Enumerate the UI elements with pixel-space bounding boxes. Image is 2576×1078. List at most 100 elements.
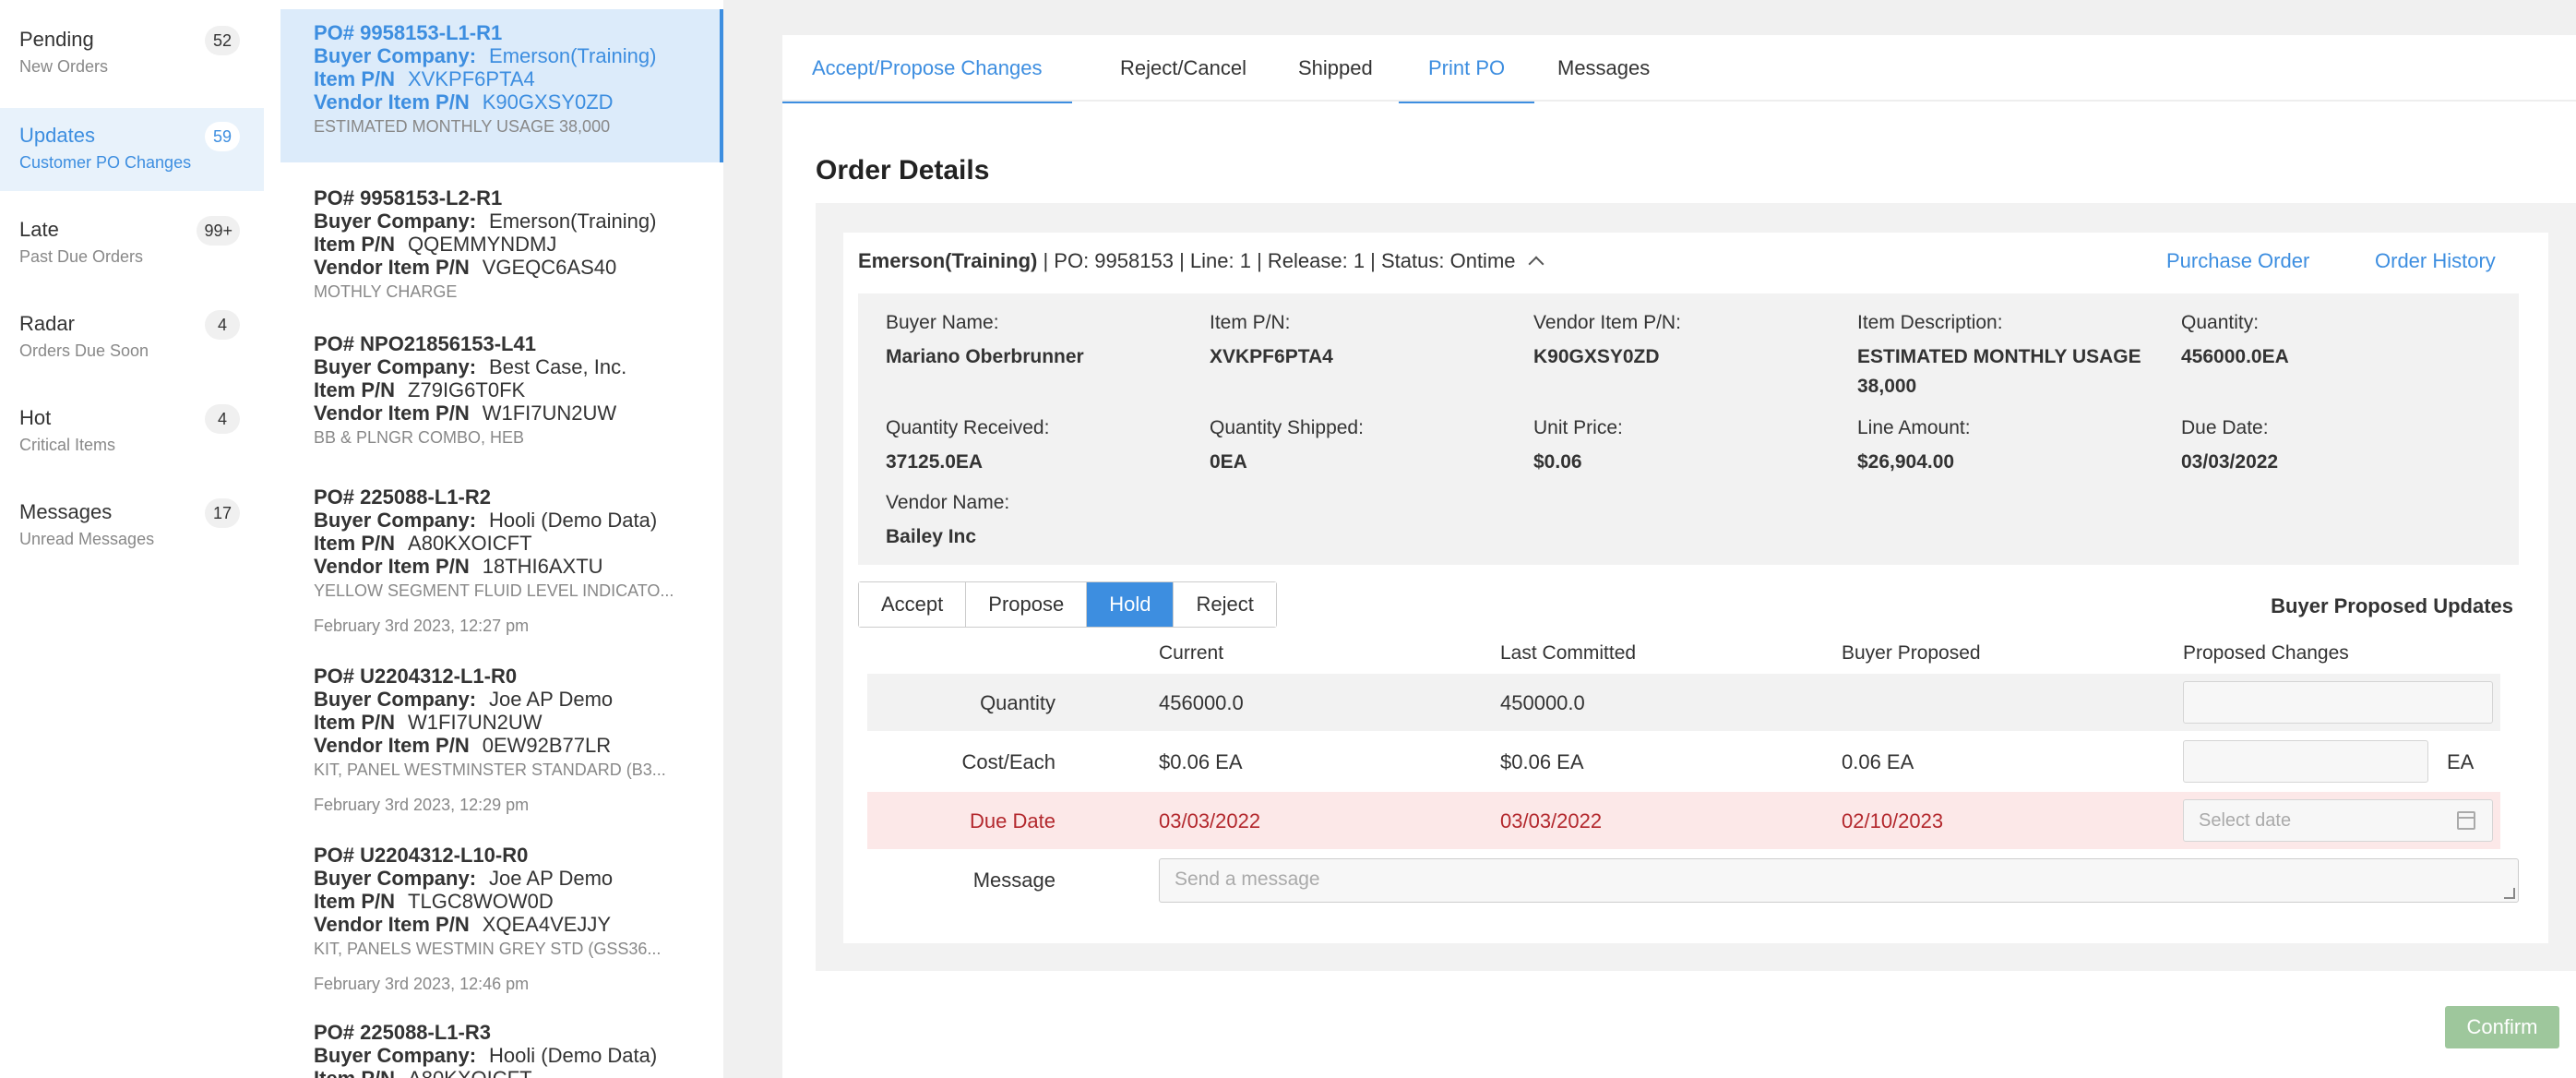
info-value-line2: 38,000 [1857, 376, 1917, 397]
col-header-last-committed: Last Committed [1500, 642, 1637, 664]
nav-subtitle: New Orders [19, 57, 109, 76]
tab-accept-propose[interactable]: Accept/Propose Changes [782, 35, 1072, 103]
order-header[interactable]: Emerson(Training) | PO: 9958153 | Line: … [858, 249, 1544, 273]
nav-title: Late [19, 218, 59, 241]
info-due-date: Due Date: 03/03/2022 [2181, 417, 2278, 477]
order-card: Emerson(Training) | PO: 9958153 | Line: … [843, 233, 2548, 943]
info-label: Quantity: [2181, 312, 2260, 333]
buyer-value: Joe AP Demo [489, 867, 614, 890]
info-value: K90GXSY0ZD [1533, 346, 1660, 367]
info-value: 37125.0EA [886, 451, 984, 473]
vendor-value: VGEQC6AS40 [482, 256, 617, 279]
vendor-value: 18THI6AXTU [482, 555, 603, 578]
message-placeholder: Send a message [1175, 868, 1320, 890]
nav-item-radar[interactable]: Radar Orders Due Soon 4 [0, 282, 264, 365]
info-label: Item P/N: [1210, 312, 1291, 333]
list-item[interactable]: PO# NPO21856153-L41 Buyer Company: Best C… [280, 308, 723, 467]
item-description: KIT, PANEL WESTMINSTER STANDARD (B3... [314, 761, 666, 779]
buyer-label: Buyer Company: [314, 44, 477, 67]
buyer-value: Best Case, Inc. [489, 355, 627, 378]
confirm-button[interactable]: Confirm [2445, 1006, 2559, 1048]
list-item[interactable]: PO# U2204312-L1-R0 Buyer Company: Joe AP … [280, 646, 723, 823]
row-label: Cost/Each [961, 750, 1056, 773]
po-number: PO# U2204312-L10-R0 [314, 844, 529, 867]
vendor-pn: Vendor Item P/N XQEA4VEJJY [314, 913, 611, 937]
info-value: 0EA [1210, 451, 1247, 473]
buyer-value: Joe AP Demo [489, 688, 614, 711]
resize-handle-icon[interactable] [2504, 888, 2515, 899]
list-item[interactable]: PO# 9958153-L1-R1 Buyer Company: Emerson(… [280, 9, 723, 162]
info-label: Vendor Item P/N: [1533, 312, 1681, 333]
vendor-value: W1FI7UN2UW [482, 401, 617, 425]
list-item[interactable]: PO# U2204312-L10-R0 Buyer Company: Joe AP… [280, 823, 723, 1002]
nav-title: Hot [19, 406, 52, 429]
quantity-input[interactable] [2183, 681, 2493, 724]
info-label: Quantity Received: [886, 417, 1050, 438]
nav-item-updates[interactable]: Updates Customer PO Changes 59 [0, 108, 264, 191]
info-unit-price: Unit Price: $0.06 [1533, 417, 1623, 477]
order-history-link[interactable]: Order History [2375, 249, 2496, 273]
info-value: XVKPF6PTA4 [1210, 346, 1333, 367]
list-item[interactable]: PO# 9958153-L2-R1 Buyer Company: Emerson(… [280, 162, 723, 308]
tab-reject-cancel[interactable]: Reject/Cancel [1091, 35, 1276, 102]
item-label: Item P/N [314, 233, 396, 256]
list-item[interactable]: PO# 225088-L1-R3 Buyer Company: Hooli (De… [280, 1002, 723, 1078]
item-description: BB & PLNGR COMBO, HEB [314, 428, 525, 447]
order-meta: | PO: 9958153 | Line: 1 | Release: 1 | S… [1037, 249, 1516, 272]
nav-item-pending[interactable]: Pending New Orders 52 [0, 0, 264, 83]
info-label: Quantity Shipped: [1210, 417, 1364, 438]
buyer-proposed-value: 02/10/2023 [1842, 809, 1944, 832]
po-number: PO# NPO21856153-L41 [314, 332, 536, 355]
calendar-icon[interactable] [2457, 811, 2475, 830]
tab-shipped[interactable]: Shipped [1269, 35, 1402, 102]
buyer-company: Buyer Company: Emerson(Training) [314, 44, 656, 68]
info-value: 456000.0EA [2181, 346, 2289, 367]
hold-button[interactable]: Hold [1087, 582, 1175, 627]
item-label: Item P/N [314, 378, 396, 401]
date-picker-input[interactable]: Select date [2183, 799, 2493, 842]
buyer-label: Buyer Company: [314, 210, 477, 233]
item-label: Item P/N [314, 532, 396, 555]
nav-item-late[interactable]: Late Past Due Orders 99+ [0, 188, 264, 271]
reject-button[interactable]: Reject [1174, 582, 1276, 627]
po-number: PO# 9958153-L2-R1 [314, 186, 503, 210]
tab-bar: Accept/Propose Changes Reject/Cancel Shi… [782, 35, 2576, 103]
nav-title: Radar [19, 312, 75, 335]
message-textarea[interactable]: Send a message [1159, 858, 2519, 903]
chevron-up-icon[interactable] [1528, 256, 1544, 272]
buyer-proposed-value: 0.06 EA [1842, 750, 1914, 773]
item-pn: Item P/N W1FI7UN2UW [314, 711, 542, 735]
nav-item-messages[interactable]: Messages Unread Messages 17 [0, 471, 264, 554]
pane-divider[interactable] [723, 0, 755, 1078]
item-value: XVKPF6PTA4 [408, 67, 535, 90]
purchase-order-link[interactable]: Purchase Order [2166, 249, 2309, 273]
count-badge: 4 [205, 310, 240, 340]
sidebar-nav: Pending New Orders 52 Updates Customer P… [0, 0, 264, 1078]
item-value: QQEMMYNDMJ [408, 233, 557, 256]
order-company: Emerson(Training) [858, 249, 1038, 272]
vendor-pn: Vendor Item P/N 0EW92B77LR [314, 734, 611, 758]
propose-button[interactable]: Propose [966, 582, 1088, 627]
timestamp: February 3rd 2023, 12:46 pm [314, 975, 530, 993]
accept-button[interactable]: Accept [859, 582, 967, 627]
item-description: ESTIMATED MONTHLY USAGE 38,000 [314, 117, 611, 136]
nav-item-hot[interactable]: Hot Critical Items 4 [0, 377, 264, 460]
cost-input[interactable] [2183, 740, 2428, 783]
main-area: Accept/Propose Changes Reject/Cancel Shi… [755, 0, 2576, 1078]
buyer-value: Emerson(Training) [489, 210, 657, 233]
tab-print-po[interactable]: Print PO [1399, 35, 1535, 103]
vendor-label: Vendor Item P/N [314, 913, 470, 936]
row-label: Quantity [980, 691, 1055, 714]
row-label: Message [972, 868, 1055, 892]
current-value: 456000.0 [1159, 691, 1244, 714]
po-number: PO# 9958153-L1-R1 [314, 21, 503, 44]
buyer-value: Hooli (Demo Data) [489, 509, 658, 532]
info-quantity-received: Quantity Received: 37125.0EA [886, 417, 1049, 477]
item-value: W1FI7UN2UW [408, 711, 543, 734]
list-item[interactable]: PO# 225088-L1-R2 Buyer Company: Hooli (De… [280, 467, 723, 646]
item-label: Item P/N [314, 1067, 395, 1078]
timestamp: February 3rd 2023, 12:29 pm [314, 796, 530, 814]
vendor-value: 0EW92B77LR [482, 734, 612, 757]
current-value: $0.06 EA [1159, 750, 1243, 773]
tab-messages[interactable]: Messages [1528, 35, 1679, 102]
